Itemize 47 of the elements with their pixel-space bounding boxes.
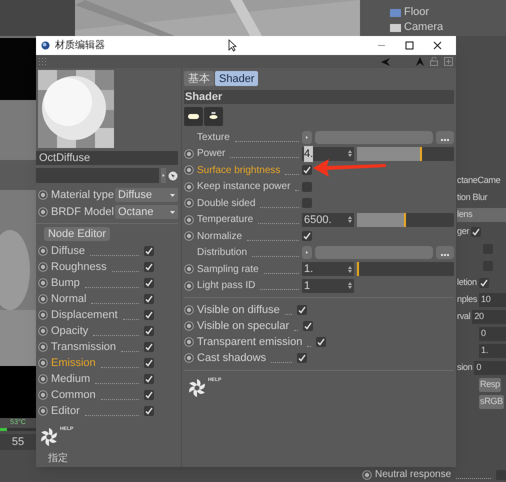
panel-label: ger bbox=[457, 224, 470, 238]
number-field[interactable]: 20 bbox=[472, 310, 506, 324]
panel-bar[interactable]: lens bbox=[457, 208, 506, 222]
more-button[interactable] bbox=[436, 246, 454, 260]
maximize-icon bbox=[404, 41, 414, 50]
panel-label: tion Blur bbox=[457, 190, 488, 204]
checkbox[interactable] bbox=[144, 390, 154, 400]
more-button[interactable] bbox=[436, 130, 454, 144]
number-field[interactable]: 0 bbox=[479, 326, 506, 340]
slider-fill[interactable] bbox=[357, 212, 406, 227]
slider-track[interactable] bbox=[357, 146, 454, 161]
number-field[interactable]: 0 bbox=[474, 360, 506, 374]
arrow-up-icon[interactable] bbox=[416, 57, 424, 66]
tree-item[interactable]: Camera bbox=[404, 19, 444, 36]
panel-label: ctaneCame bbox=[457, 174, 500, 187]
slider-fill[interactable] bbox=[357, 146, 422, 161]
channel-label[interactable]: Editor bbox=[51, 402, 80, 420]
panel-button[interactable]: sRGB bbox=[479, 394, 504, 408]
assign-label: 指定 bbox=[48, 452, 69, 466]
panel-button[interactable]: Resp bbox=[479, 378, 501, 392]
checkbox[interactable] bbox=[144, 374, 154, 384]
slider-track[interactable] bbox=[357, 212, 454, 227]
panel-label: sion bbox=[457, 360, 472, 374]
channel-label[interactable]: Common bbox=[51, 386, 96, 404]
checkbox[interactable] bbox=[478, 278, 489, 288]
dark-panel bbox=[0, 366, 36, 418]
octane-logo-icon bbox=[187, 378, 207, 398]
checkbox[interactable] bbox=[144, 406, 154, 416]
value-field[interactable]: 55 bbox=[0, 434, 36, 450]
radio-icon[interactable] bbox=[362, 470, 372, 480]
number-field[interactable]: 1. bbox=[479, 344, 506, 358]
dots-icon bbox=[441, 138, 449, 141]
checkbox[interactable] bbox=[471, 226, 482, 236]
neutral-response-label: Neutral response bbox=[375, 468, 452, 482]
close-icon bbox=[432, 41, 442, 50]
panel-label: letion bbox=[457, 276, 477, 289]
lock-icon[interactable] bbox=[430, 57, 438, 66]
tree-item[interactable]: Floor bbox=[404, 4, 430, 21]
number-field[interactable]: 10 bbox=[479, 292, 506, 306]
dots-icon bbox=[441, 254, 449, 256]
arrow-left-icon[interactable] bbox=[381, 58, 390, 66]
slider-track[interactable] bbox=[357, 262, 454, 276]
panel-label: nples bbox=[457, 292, 478, 306]
octane-logo-icon bbox=[39, 427, 59, 447]
channel-label[interactable]: Medium bbox=[51, 370, 90, 388]
add-panel-icon[interactable] bbox=[444, 57, 453, 66]
panel-label: rval bbox=[457, 310, 470, 323]
